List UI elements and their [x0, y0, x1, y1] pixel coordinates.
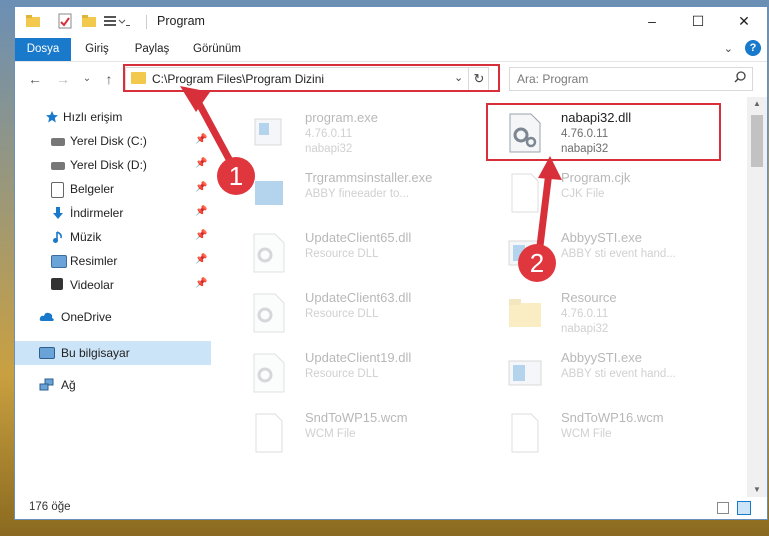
step-badge-1: 1	[217, 157, 255, 195]
annotation-arrows	[180, 86, 562, 250]
step-badge-2: 2	[518, 244, 556, 282]
